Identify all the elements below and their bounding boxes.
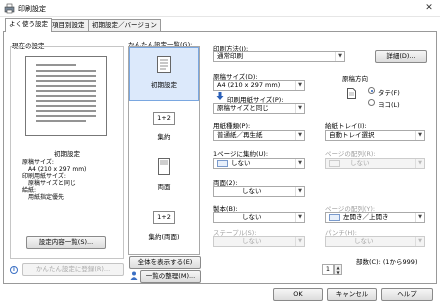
easy-setting-default[interactable]: 初期設定 [136, 56, 192, 89]
duplex-value: しない [242, 187, 262, 195]
detail-line: 用紙指定優先 [28, 194, 65, 201]
easy-setting-duplex[interactable]: 両面 [136, 158, 192, 191]
print-method-value: 通常印刷 [217, 52, 243, 60]
chevron-down-icon: ▼ [295, 81, 304, 90]
page-layout-select[interactable]: 左開き／上開き ▼ [325, 212, 425, 223]
paper-type-label: 用紙種類(P): [213, 122, 251, 130]
chevron-down-icon: ▼ [415, 213, 424, 222]
current-settings-details: 原稿サイズ: A4 (210 x 297 mm) 印刷用紙サイズ: 原稿サイズと… [22, 159, 86, 201]
paper-type-value: 普通紙／再生紙 [217, 131, 263, 139]
portrait-page-icon [347, 88, 356, 99]
printer-icon [4, 3, 15, 14]
document-lines-icon [36, 64, 96, 122]
staple-value: しない [242, 237, 262, 245]
copies-input[interactable]: 1 [322, 264, 334, 275]
chevron-down-icon: ▼ [335, 52, 344, 61]
nup-value: しない [231, 159, 251, 167]
close-button[interactable]: ✕ [422, 2, 436, 15]
paper-tray-label: 給紙トレイ(I): [325, 122, 367, 130]
chevron-down-icon: ▼ [295, 213, 304, 222]
orientation-landscape-label: ヨコ(L) [378, 101, 400, 109]
punch-select[interactable]: しない ▼ [325, 236, 425, 247]
copies-spinner[interactable]: ▲ ▼ [334, 264, 342, 275]
chevron-down-icon: ▼ [295, 159, 304, 168]
easy-setting-nup[interactable]: 1+2 集約 [136, 112, 192, 141]
duplex-icon [158, 158, 170, 175]
paper-tray-select[interactable]: 自動トレイ選択 ▼ [325, 130, 425, 141]
paper-tray-value: 自動トレイ選択 [329, 131, 375, 139]
chevron-down-icon: ▼ [415, 237, 424, 246]
paper-type-select[interactable]: 普通紙／再生紙 ▼ [213, 130, 305, 141]
page-order-value: しない [350, 159, 370, 167]
page-layout-value: 左開き／上開き [343, 213, 389, 221]
original-size-select[interactable]: A4 (210 x 297 mm) ▼ [213, 80, 305, 91]
document-icon [157, 56, 171, 73]
spin-down-icon[interactable]: ▼ [335, 270, 341, 275]
chevron-down-icon: ▼ [415, 131, 424, 140]
orientation-portrait-radio[interactable] [368, 87, 375, 94]
copies-label: 部数(C): (1から999) [356, 258, 418, 266]
easy-setting-caption: 集約(両面) [148, 233, 180, 241]
page-layout-preview-icon [329, 213, 340, 221]
ok-button[interactable]: OK [273, 288, 323, 301]
show-all-button[interactable]: 全体を表示する(E) [129, 256, 201, 269]
detail-line: 原稿サイズ: [22, 159, 54, 166]
easy-setting-caption: 初期設定 [151, 81, 177, 89]
staple-select[interactable]: しない ▼ [213, 236, 305, 247]
user-icon [130, 271, 138, 280]
page-order-label: ページの配列(R): [325, 150, 376, 158]
nup-icon: 1+2 [153, 211, 175, 224]
print-method-details-button[interactable]: 詳細(D)... [375, 50, 427, 63]
orientation-portrait-label: タテ(F) [378, 89, 400, 97]
orientation-label: 原稿方向 [342, 75, 368, 83]
window-title: 印刷設定 [18, 5, 46, 13]
easy-setting-nup-duplex[interactable]: 1+2 集約(両面) [136, 211, 192, 241]
paper-size-select[interactable]: 原稿サイズと同じ ▼ [213, 103, 305, 114]
booklet-select[interactable]: しない ▼ [213, 212, 305, 223]
document-preview [25, 56, 107, 136]
original-size-value: A4 (210 x 297 mm) [217, 81, 281, 89]
detail-line: 印刷用紙サイズ: [22, 173, 66, 180]
easy-setting-caption: 両面 [157, 183, 171, 191]
duplex-select[interactable]: しない ▼ [213, 186, 305, 197]
tab-item-settings[interactable]: 項目別設定 [48, 19, 89, 31]
tab-frequent-settings[interactable]: よく使う設定 [5, 18, 52, 32]
chevron-down-icon: ▼ [295, 187, 304, 196]
chevron-down-icon: ▼ [295, 104, 304, 113]
nup-select[interactable]: しない ▼ [213, 158, 305, 169]
organize-list-button[interactable]: 一覧の整理(M)... [140, 270, 201, 283]
paper-size-value: 原稿サイズと同じ [217, 104, 269, 112]
detail-line: 原稿サイズと同じ [28, 180, 76, 187]
arrow-down-icon [216, 92, 224, 100]
settings-list-button[interactable]: 設定内容一覧(S)... [26, 236, 106, 249]
title-bar: 印刷設定 ✕ [0, 0, 440, 17]
booklet-value: しない [242, 213, 262, 221]
orientation-landscape-radio[interactable] [368, 99, 375, 106]
nup-preview-icon [217, 159, 228, 167]
page-order-select[interactable]: しない ▼ [325, 158, 425, 169]
help-button[interactable]: ヘルプ [381, 288, 433, 301]
detail-line: A4 (210 x 297 mm) [28, 166, 87, 173]
nup-label: 1ページに集約(U): [213, 150, 269, 158]
chevron-down-icon: ▼ [295, 131, 304, 140]
chevron-down-icon: ▼ [295, 237, 304, 246]
print-method-select[interactable]: 通常印刷 ▼ [213, 51, 345, 62]
tab-defaults-version[interactable]: 初期設定／バージョン [88, 19, 161, 31]
page-order-preview-icon [329, 159, 340, 167]
chevron-down-icon: ▼ [415, 159, 424, 168]
nup-icon: 1+2 [153, 112, 175, 125]
detail-line: 給紙: [22, 187, 37, 194]
easy-setting-caption: 集約 [157, 133, 171, 141]
register-easy-setting-button[interactable]: かんたん設定に登録(R)... [22, 263, 124, 276]
cancel-button[interactable]: キャンセル [327, 288, 377, 301]
info-icon: i [10, 266, 18, 274]
current-preset-name: 初期設定 [54, 150, 80, 158]
punch-value: しない [354, 237, 374, 245]
